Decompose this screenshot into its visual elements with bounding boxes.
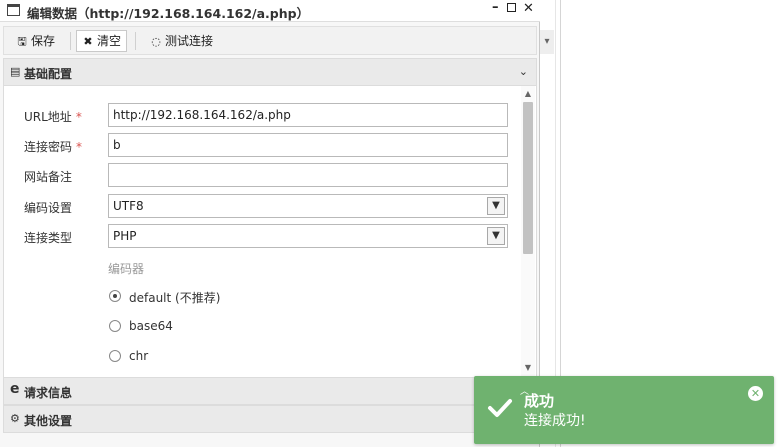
test-connection-button[interactable]: ◌ 测试连接 (144, 30, 219, 52)
collapse-chevron-icon[interactable]: ▾ (540, 30, 554, 54)
chevron-down-icon[interactable]: ▼ (487, 227, 505, 245)
close-icon[interactable]: ✕ (523, 1, 534, 16)
encoder-chr-label[interactable]: chr (129, 349, 148, 363)
encoder-base64-label[interactable]: base64 (129, 319, 173, 333)
password-label: 连接密码 * (24, 138, 82, 155)
radio-encoder-default[interactable] (109, 290, 121, 302)
password-label-text: 连接密码 (24, 140, 73, 154)
toast-title: 成功 (524, 392, 555, 410)
password-input[interactable] (108, 133, 508, 157)
clear-x-icon: ✖ (83, 35, 93, 48)
required-mark: * (75, 110, 82, 124)
note-input[interactable] (108, 163, 508, 187)
scroll-thumb[interactable] (523, 102, 533, 254)
edit-data-dialog: 编辑数据（http://192.168.164.162/a.php） – ✕ 🖫… (0, 0, 540, 447)
test-connection-label: 测试连接 (165, 34, 214, 48)
section-basic-label: 基础配置 (24, 67, 73, 81)
success-toast: ︿ 成功 连接成功! ✕ (474, 376, 774, 444)
spinner-icon: ◌ (151, 35, 161, 48)
url-label: URL地址 * (24, 108, 82, 125)
required-mark: * (76, 140, 83, 154)
checkmark-icon (488, 399, 512, 417)
encoding-value: UTF8 (113, 199, 144, 213)
minimize-icon[interactable]: – (492, 0, 499, 15)
clear-label: 清空 (97, 34, 122, 48)
window-title: 编辑数据（http://192.168.164.162/a.php） (27, 6, 310, 21)
scroll-up-icon[interactable]: ▲ (521, 88, 535, 100)
window-icon (7, 4, 20, 16)
section-other-label: 其他设置 (24, 414, 73, 428)
toolbar-separator (70, 32, 71, 50)
basic-config-panel: URL地址* 连接密码* 网站备注 编码设置 UTF8 ▼ 连接类型 PHP ▼… (3, 86, 537, 377)
save-label: 保存 (31, 34, 56, 48)
toast-close-icon[interactable]: ✕ (748, 386, 763, 401)
toolbar-separator (135, 32, 136, 50)
chevron-down-icon[interactable]: ▼ (487, 197, 505, 215)
note-label: 网站备注 (24, 170, 73, 184)
section-request-label: 请求信息 (24, 386, 73, 400)
radio-encoder-base64[interactable] (109, 320, 121, 332)
gears-icon: ⚙ (10, 412, 20, 425)
toolbar: 🖫 保存 ✖ 清空 ◌ 测试连接 (3, 26, 537, 55)
radio-encoder-chr[interactable] (109, 350, 121, 362)
section-request-info[interactable]: e 请求信息 (3, 377, 537, 405)
connection-type-label: 连接类型 (24, 231, 73, 245)
url-input[interactable] (108, 103, 508, 127)
maximize-icon[interactable] (507, 3, 516, 12)
url-label-text: URL地址 (24, 110, 72, 124)
encoding-label: 编码设置 (24, 201, 73, 215)
section-other-settings[interactable]: ⚙ 其他设置 (3, 405, 537, 433)
chevron-down-icon[interactable]: ⌄ (519, 65, 528, 78)
titlebar[interactable]: 编辑数据（http://192.168.164.162/a.php） – ✕ (0, 0, 540, 22)
encoder-default-label[interactable]: default (不推荐) (129, 289, 220, 306)
save-button[interactable]: 🖫 保存 (10, 30, 61, 52)
encoder-title: 编码器 (108, 262, 145, 276)
vertical-scrollbar[interactable]: ▲ ▼ (521, 86, 535, 377)
file-icon: ▤ (10, 65, 21, 78)
connection-type-value: PHP (113, 229, 137, 243)
save-icon: 🖫 (17, 35, 27, 48)
connection-type-select[interactable]: PHP ▼ (108, 224, 508, 248)
clear-button[interactable]: ✖ 清空 (76, 30, 128, 52)
scroll-down-icon[interactable]: ▼ (521, 362, 535, 374)
section-basic-config[interactable]: ▤ 基础配置 ⌄ (3, 58, 537, 86)
toast-message: 连接成功! (524, 413, 586, 429)
encoding-select[interactable]: UTF8 ▼ (108, 194, 508, 218)
browser-e-icon: e (10, 381, 20, 397)
